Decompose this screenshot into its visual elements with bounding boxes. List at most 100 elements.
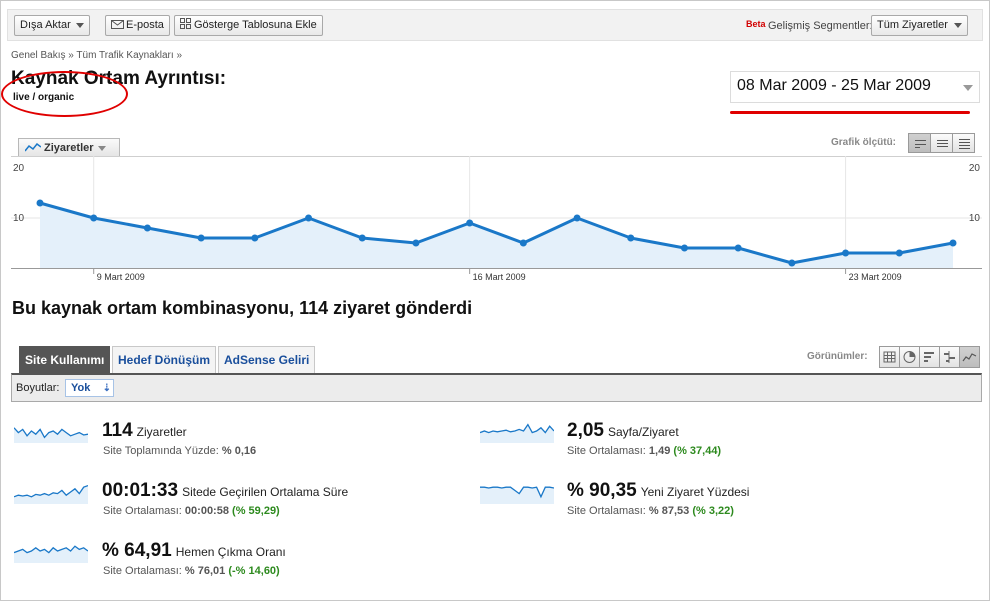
chart-x-tick-label: 16 Mart 2009 bbox=[473, 272, 526, 282]
chart-y-tick-label-left: 10 bbox=[13, 213, 25, 224]
dimension-select[interactable]: Yok ⇣ bbox=[65, 379, 114, 397]
chevron-down-icon bbox=[75, 22, 84, 28]
stat-sub-value: 1,49 bbox=[648, 445, 671, 457]
dimension-select-value: Yok bbox=[71, 382, 91, 394]
stat-sub-value: % 0,16 bbox=[221, 445, 257, 457]
chart-point bbox=[895, 249, 903, 257]
email-button-label: E-posta bbox=[126, 19, 164, 31]
chart-x-tick-label: 9 Mart 2009 bbox=[97, 272, 145, 282]
pie-chart-icon bbox=[903, 351, 916, 363]
stat-number: 00:01:33 bbox=[102, 480, 179, 501]
chart-y-tick-label-right: 20 bbox=[969, 163, 981, 174]
pivot-view-button[interactable] bbox=[959, 346, 980, 368]
grid-icon bbox=[883, 351, 896, 363]
stat-value: 114 Ziyaretler bbox=[102, 420, 187, 442]
tab-adsense-revenue[interactable]: AdSense Geliri bbox=[218, 346, 316, 373]
table-view-button[interactable] bbox=[879, 346, 900, 368]
stat-sub: Site Ortalaması: % 87,53 (% 3,22) bbox=[567, 505, 734, 517]
line-graph-icon bbox=[24, 142, 42, 152]
chart-point bbox=[573, 214, 581, 222]
pie-view-button[interactable] bbox=[899, 346, 920, 368]
segment-select-value: Tüm Ziyaretler bbox=[877, 19, 948, 31]
email-button[interactable]: E-posta bbox=[105, 15, 170, 36]
stat-label: Sayfa/Ziyaret bbox=[607, 425, 679, 439]
sparkline-area bbox=[480, 424, 554, 443]
graph-scale-buttons bbox=[908, 133, 975, 153]
stat-sub: Site Ortalaması: % 76,01 (-% 14,60) bbox=[103, 565, 280, 577]
chevron-down-icon bbox=[963, 85, 973, 91]
beta-badge: Beta bbox=[746, 19, 766, 29]
report-toolbar: Dışa Aktar E-posta Gösterge Tablosuna Ek… bbox=[7, 9, 983, 41]
export-button-label: Dışa Aktar bbox=[20, 19, 71, 31]
bar-view-button[interactable] bbox=[919, 346, 940, 368]
stat-sub-value: % 87,53 bbox=[648, 505, 690, 517]
stat-sub-label: Site Ortalaması: bbox=[103, 565, 182, 577]
add-to-dashboard-button[interactable]: Gösterge Tablosuna Ekle bbox=[174, 15, 323, 36]
summary-headline: Bu kaynak ortam kombinasyonu, 114 ziyare… bbox=[12, 298, 473, 318]
stat-label: Ziyaretler bbox=[136, 425, 187, 439]
sparkline-area bbox=[14, 546, 88, 563]
dimension-label: Boyutlar: bbox=[16, 382, 60, 394]
stat-sub-value: % 76,01 bbox=[184, 565, 226, 577]
date-range-text: 08 Mar 2009 - 25 Mar 2009 bbox=[737, 77, 931, 94]
sparkline-area bbox=[14, 485, 88, 504]
chevron-down-icon bbox=[954, 23, 962, 28]
chart-point bbox=[358, 234, 366, 242]
chart-point bbox=[197, 234, 205, 242]
stat-sub: Site Ortalaması: 00:00:58 (% 59,29) bbox=[103, 505, 280, 517]
report-frame: Dışa Aktar E-posta Gösterge Tablosuna Ek… bbox=[0, 0, 990, 601]
chart-point bbox=[412, 239, 420, 247]
stat-sub-label: Site Ortalaması: bbox=[567, 505, 646, 517]
chart-point bbox=[466, 219, 474, 227]
new-visits-sparkline bbox=[480, 486, 554, 504]
tab-site-usage[interactable]: Site Kullanımı bbox=[19, 346, 111, 373]
view-type-buttons bbox=[879, 346, 980, 368]
stat-sub: Site Ortalaması: 1,49 (% 37,44) bbox=[567, 445, 721, 457]
red-annotation-circle bbox=[1, 71, 128, 117]
chart-x-tick-label: 23 Mart 2009 bbox=[849, 272, 902, 282]
dimension-bar: Boyutlar: Yok ⇣ bbox=[11, 373, 982, 402]
segment-select[interactable]: Tüm Ziyaretler bbox=[871, 15, 968, 36]
graph-metric-label: Ziyaretler bbox=[44, 142, 94, 154]
sparkline-area bbox=[14, 427, 88, 443]
scale-day-button[interactable] bbox=[908, 133, 931, 153]
pages-per-visit-sparkline bbox=[480, 423, 554, 443]
dashboard-icon bbox=[180, 18, 191, 29]
tab-goal-conversion[interactable]: Hedef Dönüşüm bbox=[112, 346, 217, 373]
date-range-picker[interactable]: 08 Mar 2009 - 25 Mar 2009 bbox=[730, 71, 980, 103]
stat-sub: Site Toplamında Yüzde: % 0,16 bbox=[103, 445, 256, 457]
visits-sparkline bbox=[14, 427, 88, 443]
chart-y-tick-label-right: 10 bbox=[969, 213, 981, 224]
advanced-segments-label: Gelişmiş Segmentler: bbox=[768, 20, 873, 32]
chart-point bbox=[251, 234, 259, 242]
comparison-view-button[interactable] bbox=[939, 346, 960, 368]
chart-point bbox=[788, 259, 796, 267]
scale-week-button[interactable] bbox=[930, 133, 953, 153]
bar-chart-icon bbox=[924, 352, 934, 362]
chart-point bbox=[842, 249, 850, 257]
stat-change: (% 37,44) bbox=[673, 445, 722, 457]
chevron-down-icon bbox=[97, 145, 106, 151]
red-annotation-underline bbox=[730, 111, 970, 114]
stat-value: % 90,35 Yeni Ziyaret Yüzdesi bbox=[567, 480, 749, 502]
breadcrumb[interactable]: Genel Bakış » Tüm Trafik Kaynakları » bbox=[11, 50, 182, 61]
comparison-icon bbox=[944, 351, 955, 363]
stat-sub-value: 00:00:58 bbox=[184, 505, 229, 517]
stat-number: % 64,91 bbox=[102, 540, 172, 561]
stat-label: Sitede Geçirilen Ortalama Süre bbox=[182, 485, 349, 499]
chart-point bbox=[143, 224, 151, 232]
avg-time-sparkline bbox=[14, 484, 88, 504]
graph-metric-select[interactable]: Ziyaretler bbox=[18, 138, 120, 157]
chart-point bbox=[305, 214, 313, 222]
stat-value: 00:01:33 Sitede Geçirilen Ortalama Süre bbox=[102, 480, 348, 502]
stat-number: 2,05 bbox=[567, 420, 604, 441]
stat-label: Hemen Çıkma Oranı bbox=[175, 545, 286, 559]
stat-label: Yeni Ziyaret Yüzdesi bbox=[640, 485, 750, 499]
bounce-rate-sparkline bbox=[14, 545, 88, 563]
export-button[interactable]: Dışa Aktar bbox=[14, 15, 90, 36]
views-label: Görünümler: bbox=[807, 351, 868, 362]
scale-month-button[interactable] bbox=[952, 133, 975, 153]
stat-number: % 90,35 bbox=[567, 480, 637, 501]
chart-point bbox=[734, 244, 742, 252]
sparkline-icon bbox=[962, 353, 977, 362]
